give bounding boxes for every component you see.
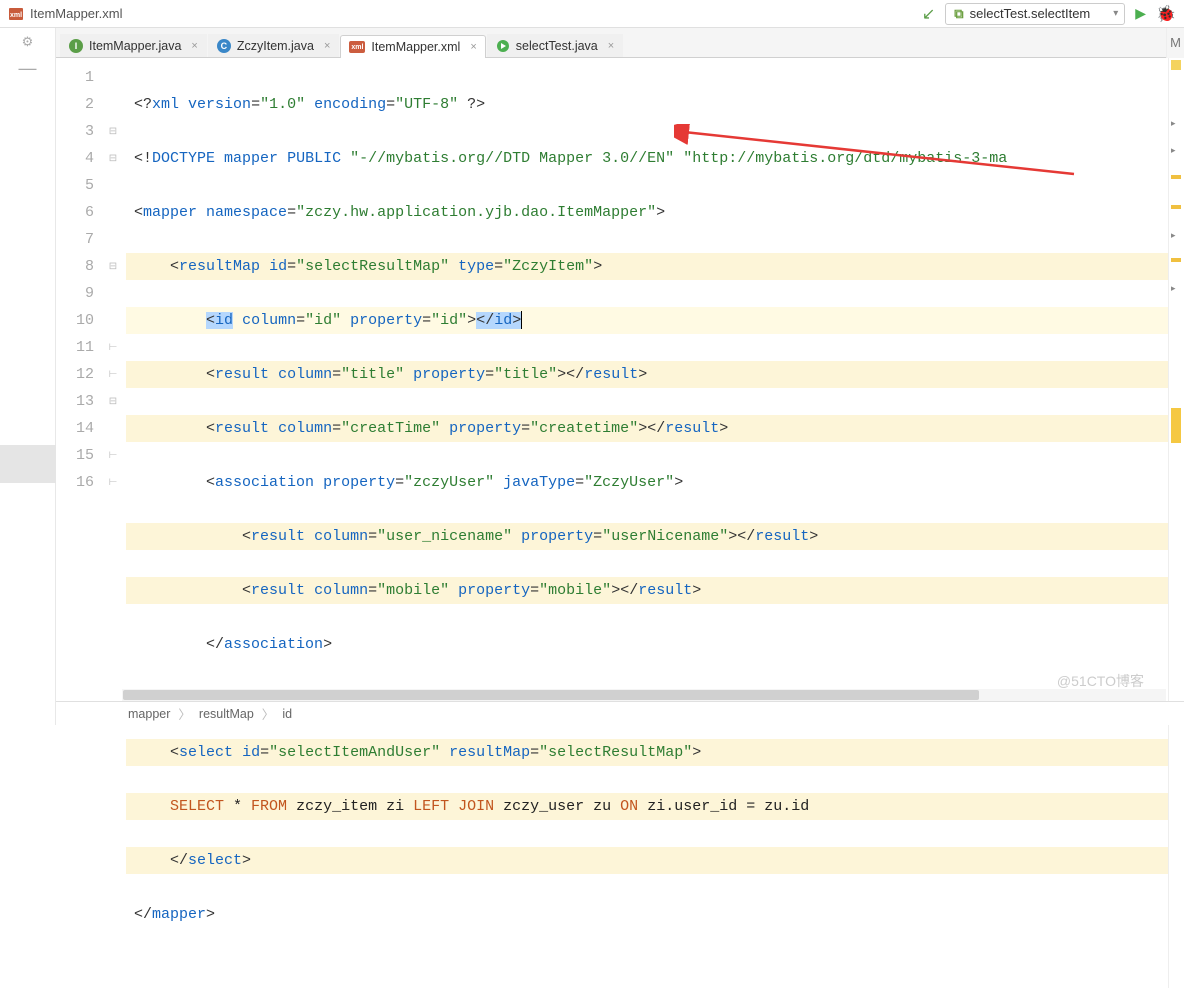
close-icon[interactable]: × — [324, 40, 330, 52]
code-line: <result column="creatTime" property="cre… — [126, 415, 1168, 442]
warning-marker[interactable] — [1171, 175, 1181, 179]
code-line: SELECT * FROM zczy_item zi LEFT JOIN zcz… — [126, 793, 1168, 820]
text-caret — [521, 311, 522, 329]
breadcrumb-sep: 〉 — [178, 704, 191, 723]
run-config-icon: ⧉ — [954, 6, 963, 22]
marker-nav-icon[interactable]: ▸ — [1171, 230, 1176, 241]
java-class-icon: C — [217, 39, 231, 53]
breadcrumb-item[interactable]: mapper — [128, 707, 170, 721]
run-config-dropdown[interactable]: ⧉ selectTest.selectItem — [945, 3, 1125, 25]
code-line: <result column="title" property="title">… — [126, 361, 1168, 388]
run-config-label: selectTest.selectItem — [970, 6, 1091, 21]
tool-window-letter[interactable]: M — [1166, 28, 1184, 58]
tab-label: ItemMapper.xml — [371, 40, 460, 54]
gear-icon[interactable]: ⚙ — [22, 34, 34, 50]
code-line: <?xml version="1.0" encoding="UTF-8" ?> — [126, 91, 1168, 118]
java-interface-icon: I — [69, 39, 83, 53]
horizontal-scrollbar[interactable] — [122, 689, 1166, 701]
close-icon[interactable]: × — [191, 40, 197, 52]
tab-label: ZczyItem.java — [237, 39, 314, 53]
tab-itemmapper-xml[interactable]: xml ItemMapper.xml × — [340, 35, 485, 58]
code-line: <select id="selectItemAndUser" resultMap… — [126, 739, 1168, 766]
debug-button[interactable]: 🐞 — [1156, 4, 1176, 24]
breadcrumb-item[interactable]: resultMap — [199, 707, 254, 721]
collapse-icon[interactable]: — — [19, 58, 37, 79]
breadcrumb-bar: mapper 〉 resultMap 〉 id — [56, 701, 1184, 725]
close-icon[interactable]: × — [608, 40, 614, 52]
breadcrumb-sep: 〉 — [262, 704, 275, 723]
marker-nav-icon[interactable]: ▸ — [1171, 118, 1176, 129]
breadcrumb-item[interactable]: id — [282, 707, 292, 721]
warning-block-marker[interactable] — [1171, 408, 1181, 443]
marker-nav-icon[interactable]: ▸ — [1171, 145, 1176, 156]
top-toolbar: ↙ ⧉ selectTest.selectItem ▶ 🐞 — [922, 3, 1176, 25]
left-tool-gutter: ⚙ — — [0, 28, 56, 725]
xml-file-icon: xml — [8, 6, 24, 22]
test-class-icon — [496, 39, 510, 53]
warning-marker[interactable] — [1171, 258, 1181, 262]
marker-nav-icon[interactable]: ▸ — [1171, 283, 1176, 294]
code-line: </mapper> — [126, 901, 1168, 928]
code-text-area[interactable]: <?xml version="1.0" encoding="UTF-8" ?> … — [122, 58, 1168, 988]
code-line: </select> — [126, 847, 1168, 874]
tab-zczyitem-java[interactable]: C ZczyItem.java × — [208, 34, 340, 57]
editor-tab-bar: I ItemMapper.java × C ZczyItem.java × xm… — [56, 28, 1166, 58]
warning-marker[interactable] — [1171, 205, 1181, 209]
window-title: ItemMapper.xml — [30, 6, 922, 21]
code-line: <result column="user_nicename" property=… — [126, 523, 1168, 550]
code-line: <association property="zczyUser" javaTyp… — [126, 469, 1168, 496]
main-content-row: ⚙ — I ItemMapper.java × C ZczyItem.java … — [0, 28, 1184, 725]
run-button[interactable]: ▶ — [1135, 5, 1146, 22]
right-marker-bar[interactable]: ▸ ▸ ▸ ▸ — [1168, 58, 1184, 988]
close-icon[interactable]: × — [470, 41, 476, 53]
tab-label: ItemMapper.java — [89, 39, 181, 53]
tab-label: selectTest.java — [516, 39, 598, 53]
code-line: <result column="mobile" property="mobile… — [126, 577, 1168, 604]
tab-itemmapper-java[interactable]: I ItemMapper.java × — [60, 34, 207, 57]
fold-gutter[interactable]: ⊟⊟⊟⊢⊢⊟⊢⊢ — [104, 58, 122, 988]
code-line: </association> — [126, 631, 1168, 658]
scrollbar-thumb[interactable] — [123, 690, 979, 700]
svg-text:xml: xml — [10, 12, 22, 19]
code-line: <resultMap id="selectResultMap" type="Zc… — [126, 253, 1168, 280]
editor-content-area: I ItemMapper.java × C ZczyItem.java × xm… — [56, 28, 1184, 725]
line-number-gutter: 12345678910111213141516 — [56, 58, 104, 988]
back-nav-icon[interactable]: ↙ — [922, 4, 935, 24]
code-line-current: <id column="id" property="id"></id> — [126, 307, 1168, 334]
analysis-status-icon — [1171, 60, 1181, 70]
code-editor[interactable]: 12345678910111213141516 ⊟⊟⊟⊢⊢⊟⊢⊢ <?xml v… — [56, 58, 1184, 988]
code-line: <mapper namespace="zczy.hw.application.y… — [126, 199, 1168, 226]
code-line: <!DOCTYPE mapper PUBLIC "-//mybatis.org/… — [126, 145, 1168, 172]
window-title-bar: xml ItemMapper.xml ↙ ⧉ selectTest.select… — [0, 0, 1184, 28]
tab-selecttest-java[interactable]: selectTest.java × — [487, 34, 623, 57]
left-vbar-marker — [0, 445, 56, 483]
xml-file-icon: xml — [349, 41, 365, 53]
